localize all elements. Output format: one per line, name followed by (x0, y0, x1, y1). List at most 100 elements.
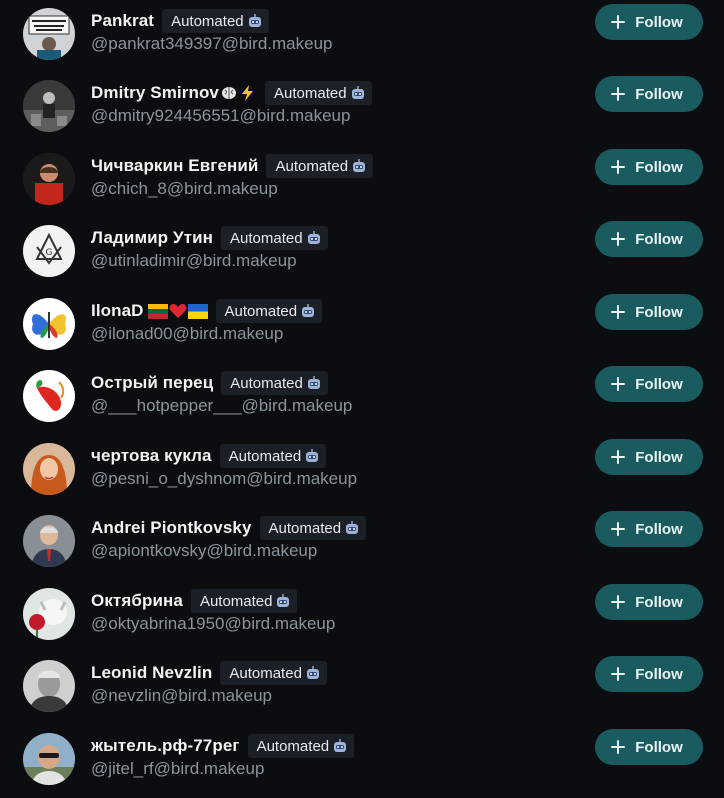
display-name[interactable]: Чичваркин Евгений (91, 156, 258, 176)
automated-badge: Automated (259, 516, 367, 540)
follow-label: Follow (635, 520, 683, 538)
robot-icon (275, 593, 291, 609)
display-name[interactable]: Октябрина (91, 591, 183, 611)
robot-icon (332, 738, 348, 754)
display-name[interactable]: чертова кукла (91, 446, 212, 466)
robot-icon (350, 85, 366, 101)
follow-button[interactable]: Follow (595, 4, 703, 40)
follow-button[interactable]: Follow (595, 149, 703, 185)
account-handle: @jitel_rf@bird.makeup (91, 759, 265, 778)
account-row[interactable]: Dmitry Smirnov Automated @dmitry92445655… (0, 76, 724, 152)
plus-icon (611, 305, 626, 319)
account-handle: @chich_8@bird.makeup (91, 179, 278, 198)
plus-icon (611, 87, 626, 101)
account-handle: @apiontkovsky@bird.makeup (91, 541, 318, 560)
follow-button[interactable]: Follow (595, 439, 703, 475)
display-name[interactable]: жытель.рф-77рег (91, 736, 240, 756)
follow-button[interactable]: Follow (595, 76, 703, 112)
automated-badge: Automated (162, 9, 269, 33)
plus-icon (611, 450, 626, 464)
robot-icon (306, 230, 322, 246)
robot-icon (247, 13, 263, 29)
badge-label: Automated (228, 447, 302, 465)
badge-label: Automated (224, 302, 298, 320)
account-row[interactable]: чертова кукла Automated @pesni_o_dyshnom… (0, 439, 724, 515)
avatar[interactable] (23, 660, 75, 712)
follow-label: Follow (635, 448, 683, 466)
automated-badge: Automated (190, 589, 298, 613)
account-handle: @pankrat349397@bird.makeup (91, 34, 333, 53)
plus-icon (611, 232, 626, 246)
account-row[interactable]: Чичваркин Евгений Automated @chich_8@bir… (0, 149, 724, 225)
display-name[interactable]: Andrei Piontkovsky (91, 518, 252, 538)
badge-label: Automated (199, 592, 273, 610)
robot-icon (300, 303, 316, 319)
follow-button[interactable]: Follow (595, 294, 703, 330)
account-row[interactable]: G Ладимир Утин Automated @utinladimir@bi… (0, 221, 724, 297)
plus-icon (611, 667, 626, 681)
automated-badge: Automated (265, 81, 372, 105)
robot-icon (351, 158, 367, 174)
account-row[interactable]: Острый перец Automated @___hotpepper___@… (0, 366, 724, 442)
avatar[interactable] (23, 298, 75, 350)
display-name[interactable]: IlonaD (91, 301, 144, 321)
plus-icon (611, 522, 626, 536)
follow-button[interactable]: Follow (595, 656, 703, 692)
account-row[interactable]: Leonid Nevzlin Automated @nevzlin@bird.m… (0, 656, 724, 732)
badge-label: Automated (230, 229, 303, 247)
brain-emoji (220, 84, 238, 102)
avatar[interactable] (23, 588, 75, 640)
red-heart-emoji (169, 303, 187, 319)
automated-badge: Automated (221, 371, 328, 395)
account-handle: @ilonad00@bird.makeup (91, 324, 284, 343)
avatar[interactable] (23, 80, 75, 132)
plus-icon (611, 740, 626, 754)
display-name[interactable]: Ладимир Утин (91, 228, 213, 248)
plus-icon (611, 595, 626, 609)
follow-label: Follow (635, 593, 683, 611)
follow-label: Follow (635, 738, 683, 756)
plus-icon (611, 15, 626, 29)
follow-button[interactable]: Follow (595, 729, 703, 765)
avatar[interactable] (23, 515, 75, 567)
follow-label: Follow (635, 230, 683, 248)
follow-label: Follow (635, 85, 683, 103)
automated-badge: Automated (247, 734, 355, 758)
avatar[interactable] (23, 153, 75, 205)
account-handle: @oktyabrina1950@bird.makeup (91, 614, 336, 633)
follow-button[interactable]: Follow (595, 221, 703, 257)
badge-label: Automated (230, 374, 303, 392)
avatar[interactable] (23, 370, 75, 422)
account-handle: @___hotpepper___@bird.makeup (91, 396, 353, 415)
display-name[interactable]: Pankrat (91, 11, 154, 31)
account-handle: @nevzlin@bird.makeup (91, 686, 272, 705)
avatar[interactable] (23, 733, 75, 785)
automated-badge: Automated (221, 226, 328, 250)
account-row[interactable]: Pankrat Automated @pankrat349397@bird.ma… (0, 4, 724, 80)
display-name[interactable]: Dmitry Smirnov (91, 83, 219, 103)
account-row[interactable]: Октябрина Automated @oktyabrina1950@bird… (0, 584, 724, 660)
follow-button[interactable]: Follow (595, 366, 703, 402)
badge-label: Automated (274, 84, 347, 102)
account-handle: @utinladimir@bird.makeup (91, 251, 297, 270)
lithuania-flag-emoji (147, 303, 168, 319)
display-name[interactable]: Острый перец (91, 373, 213, 393)
account-row[interactable]: жытель.рф-77рег Automated @jitel_rf@bird… (0, 729, 724, 798)
account-row[interactable]: IlonaD Automated @ilonad00@bird.makeup F… (0, 294, 724, 370)
follow-button[interactable]: Follow (595, 511, 703, 547)
follow-label: Follow (635, 13, 683, 31)
follow-button[interactable]: Follow (595, 584, 703, 620)
display-name[interactable]: Leonid Nevzlin (91, 663, 212, 683)
avatar[interactable] (23, 443, 75, 495)
avatar[interactable] (23, 8, 75, 60)
robot-icon (306, 375, 322, 391)
account-row[interactable]: Andrei Piontkovsky Automated @apiontkovs… (0, 511, 724, 587)
avatar[interactable]: G (23, 225, 75, 277)
badge-label: Automated (268, 519, 342, 537)
badge-label: Automated (256, 737, 330, 755)
badge-label: Automated (275, 157, 349, 175)
automated-badge: Automated (219, 444, 327, 468)
badge-label: Automated (229, 664, 302, 682)
plus-icon (611, 377, 626, 391)
account-handle: @dmitry924456551@bird.makeup (91, 106, 351, 125)
